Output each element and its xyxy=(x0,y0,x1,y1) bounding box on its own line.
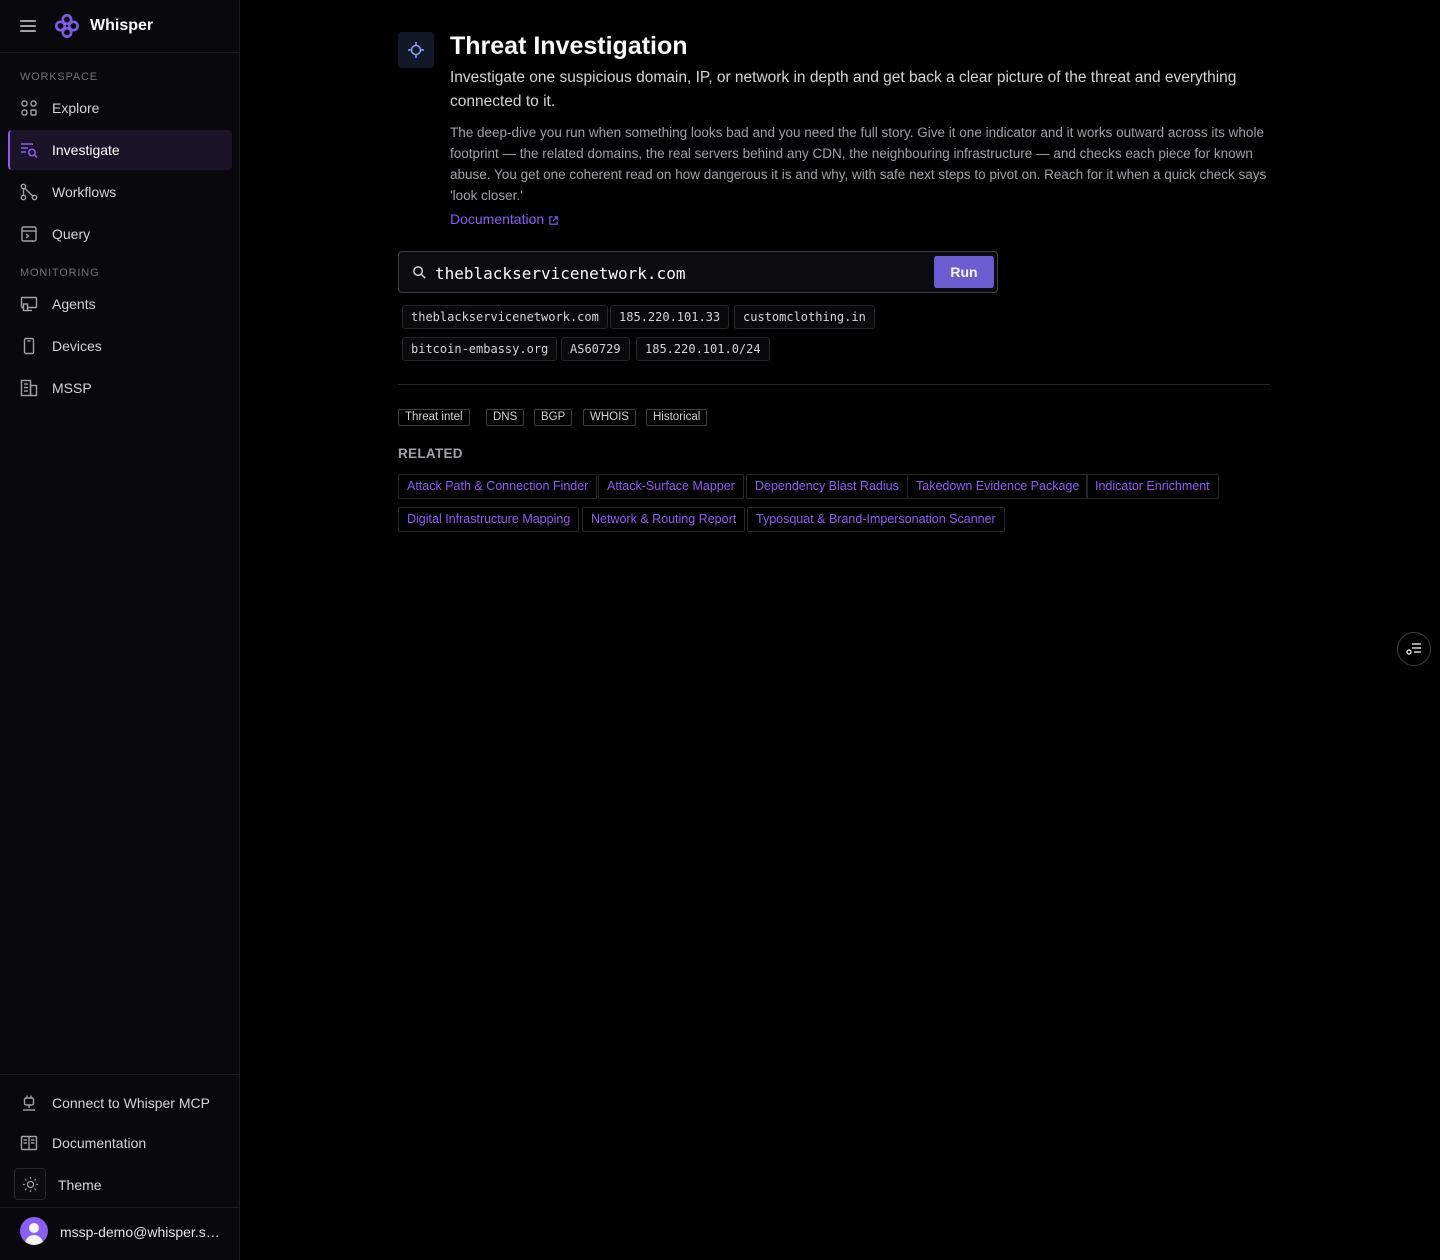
section-divider xyxy=(398,384,1270,385)
tag-badge: Historical xyxy=(646,409,708,426)
tag-badge: BGP xyxy=(534,409,573,426)
sidebar-item-agents[interactable]: Agents xyxy=(8,284,232,324)
sidebar-item-workflows[interactable]: Workflows xyxy=(8,172,232,212)
page-description: The deep-dive you run when something loo… xyxy=(450,125,1267,203)
sidebar-item-label: Agents xyxy=(52,296,96,312)
sidebar-item-label: Devices xyxy=(52,338,102,354)
sun-icon xyxy=(22,1176,39,1193)
theme-label[interactable]: Theme xyxy=(58,1177,102,1193)
plug-icon xyxy=(23,1095,35,1111)
documentation-button[interactable]: Documentation xyxy=(8,1124,232,1162)
documentation-link[interactable]: Documentation xyxy=(450,211,559,227)
search-bar: Run xyxy=(398,251,998,293)
example-chip[interactable]: bitcoin-embassy.org xyxy=(402,337,558,361)
sidebar-item-label: MSSP xyxy=(52,380,92,396)
theme-toggle-button[interactable] xyxy=(14,1168,46,1200)
connect-mcp-button[interactable]: Connect to Whisper MCP xyxy=(8,1084,232,1122)
run-button[interactable]: Run xyxy=(934,256,994,288)
sidebar-item-label: Explore xyxy=(52,100,100,116)
avatar xyxy=(20,1217,48,1245)
devices-icon xyxy=(23,337,35,355)
sidebar-item-label: Investigate xyxy=(52,142,120,158)
sidebar-item-label: Query xyxy=(52,226,91,242)
example-chip[interactable]: theblackservicenetwork.com xyxy=(402,305,608,329)
related-link[interactable]: Attack Path & Connection Finder xyxy=(398,474,598,499)
documentation-link-label: Documentation xyxy=(450,211,545,227)
tag-badge: WHOIS xyxy=(583,409,636,426)
explore-icon xyxy=(21,100,37,116)
example-chip[interactable]: 185.220.101.0/24 xyxy=(636,337,770,361)
sidebar-item-investigate[interactable]: Investigate xyxy=(8,130,232,170)
sidebar-item-label: Workflows xyxy=(52,184,117,200)
documentation-label: Documentation xyxy=(52,1135,147,1151)
related-link[interactable]: Takedown Evidence Package xyxy=(907,474,1089,499)
filter-list-icon xyxy=(1406,643,1421,655)
query-icon xyxy=(21,226,37,242)
example-chip[interactable]: customclothing.in xyxy=(734,305,875,329)
related-link[interactable]: Network & Routing Report xyxy=(582,507,746,532)
brand-name: Whisper xyxy=(90,17,154,34)
indicator-input[interactable] xyxy=(435,260,925,286)
related-link[interactable]: Indicator Enrichment xyxy=(1086,474,1219,499)
user-menu[interactable]: mssp-demo@whisper.security xyxy=(0,1207,240,1260)
user-icon xyxy=(25,1223,43,1245)
user-email: mssp-demo@whisper.security xyxy=(60,1224,225,1240)
related-link[interactable]: Digital Infrastructure Mapping xyxy=(398,507,580,532)
sidebar-footer xyxy=(0,1074,240,1075)
agents-icon xyxy=(20,296,38,312)
related-heading: RELATED xyxy=(398,446,463,461)
mssp-icon xyxy=(20,379,38,397)
sidebar-item-devices[interactable]: Devices xyxy=(8,326,232,366)
crosshair-icon xyxy=(408,42,424,58)
tag-badge: DNS xyxy=(486,409,525,426)
page-subtitle: Investigate one suspicious domain, IP, o… xyxy=(450,69,1237,110)
page-icon-container xyxy=(398,32,434,68)
sidebar-header: Whisper xyxy=(0,0,240,53)
tag-badge: Threat intel xyxy=(398,409,470,426)
search-icon xyxy=(413,266,426,279)
section-label-monitoring: MONITORING xyxy=(20,267,100,279)
external-link-icon xyxy=(549,216,558,225)
menu-icon[interactable] xyxy=(18,16,38,36)
example-chip[interactable]: AS60729 xyxy=(561,337,630,361)
connect-mcp-label: Connect to Whisper MCP xyxy=(52,1095,210,1111)
related-link[interactable]: Dependency Blast Radius xyxy=(746,474,908,499)
sidebar-item-query[interactable]: Query xyxy=(8,214,232,254)
book-icon xyxy=(20,1135,38,1151)
related-link[interactable]: Attack-Surface Mapper xyxy=(598,474,744,499)
section-label-workspace: WORKSPACE xyxy=(20,71,98,83)
workflows-icon xyxy=(20,183,38,201)
investigate-icon xyxy=(21,143,38,159)
sidebar-item-mssp[interactable]: MSSP xyxy=(8,368,232,408)
example-chip[interactable]: 185.220.101.33 xyxy=(610,305,730,329)
sidebar-item-explore[interactable]: Explore xyxy=(8,88,232,128)
filter-panel-button[interactable] xyxy=(1397,632,1431,666)
whisper-logo-icon xyxy=(55,14,79,38)
sidebar: Whisper WORKSPACE Explore Investigate Wo… xyxy=(0,0,240,1260)
related-link[interactable]: Typosquat & Brand-Impersonation Scanner xyxy=(747,507,1005,532)
page-title: Threat Investigation xyxy=(450,32,688,60)
